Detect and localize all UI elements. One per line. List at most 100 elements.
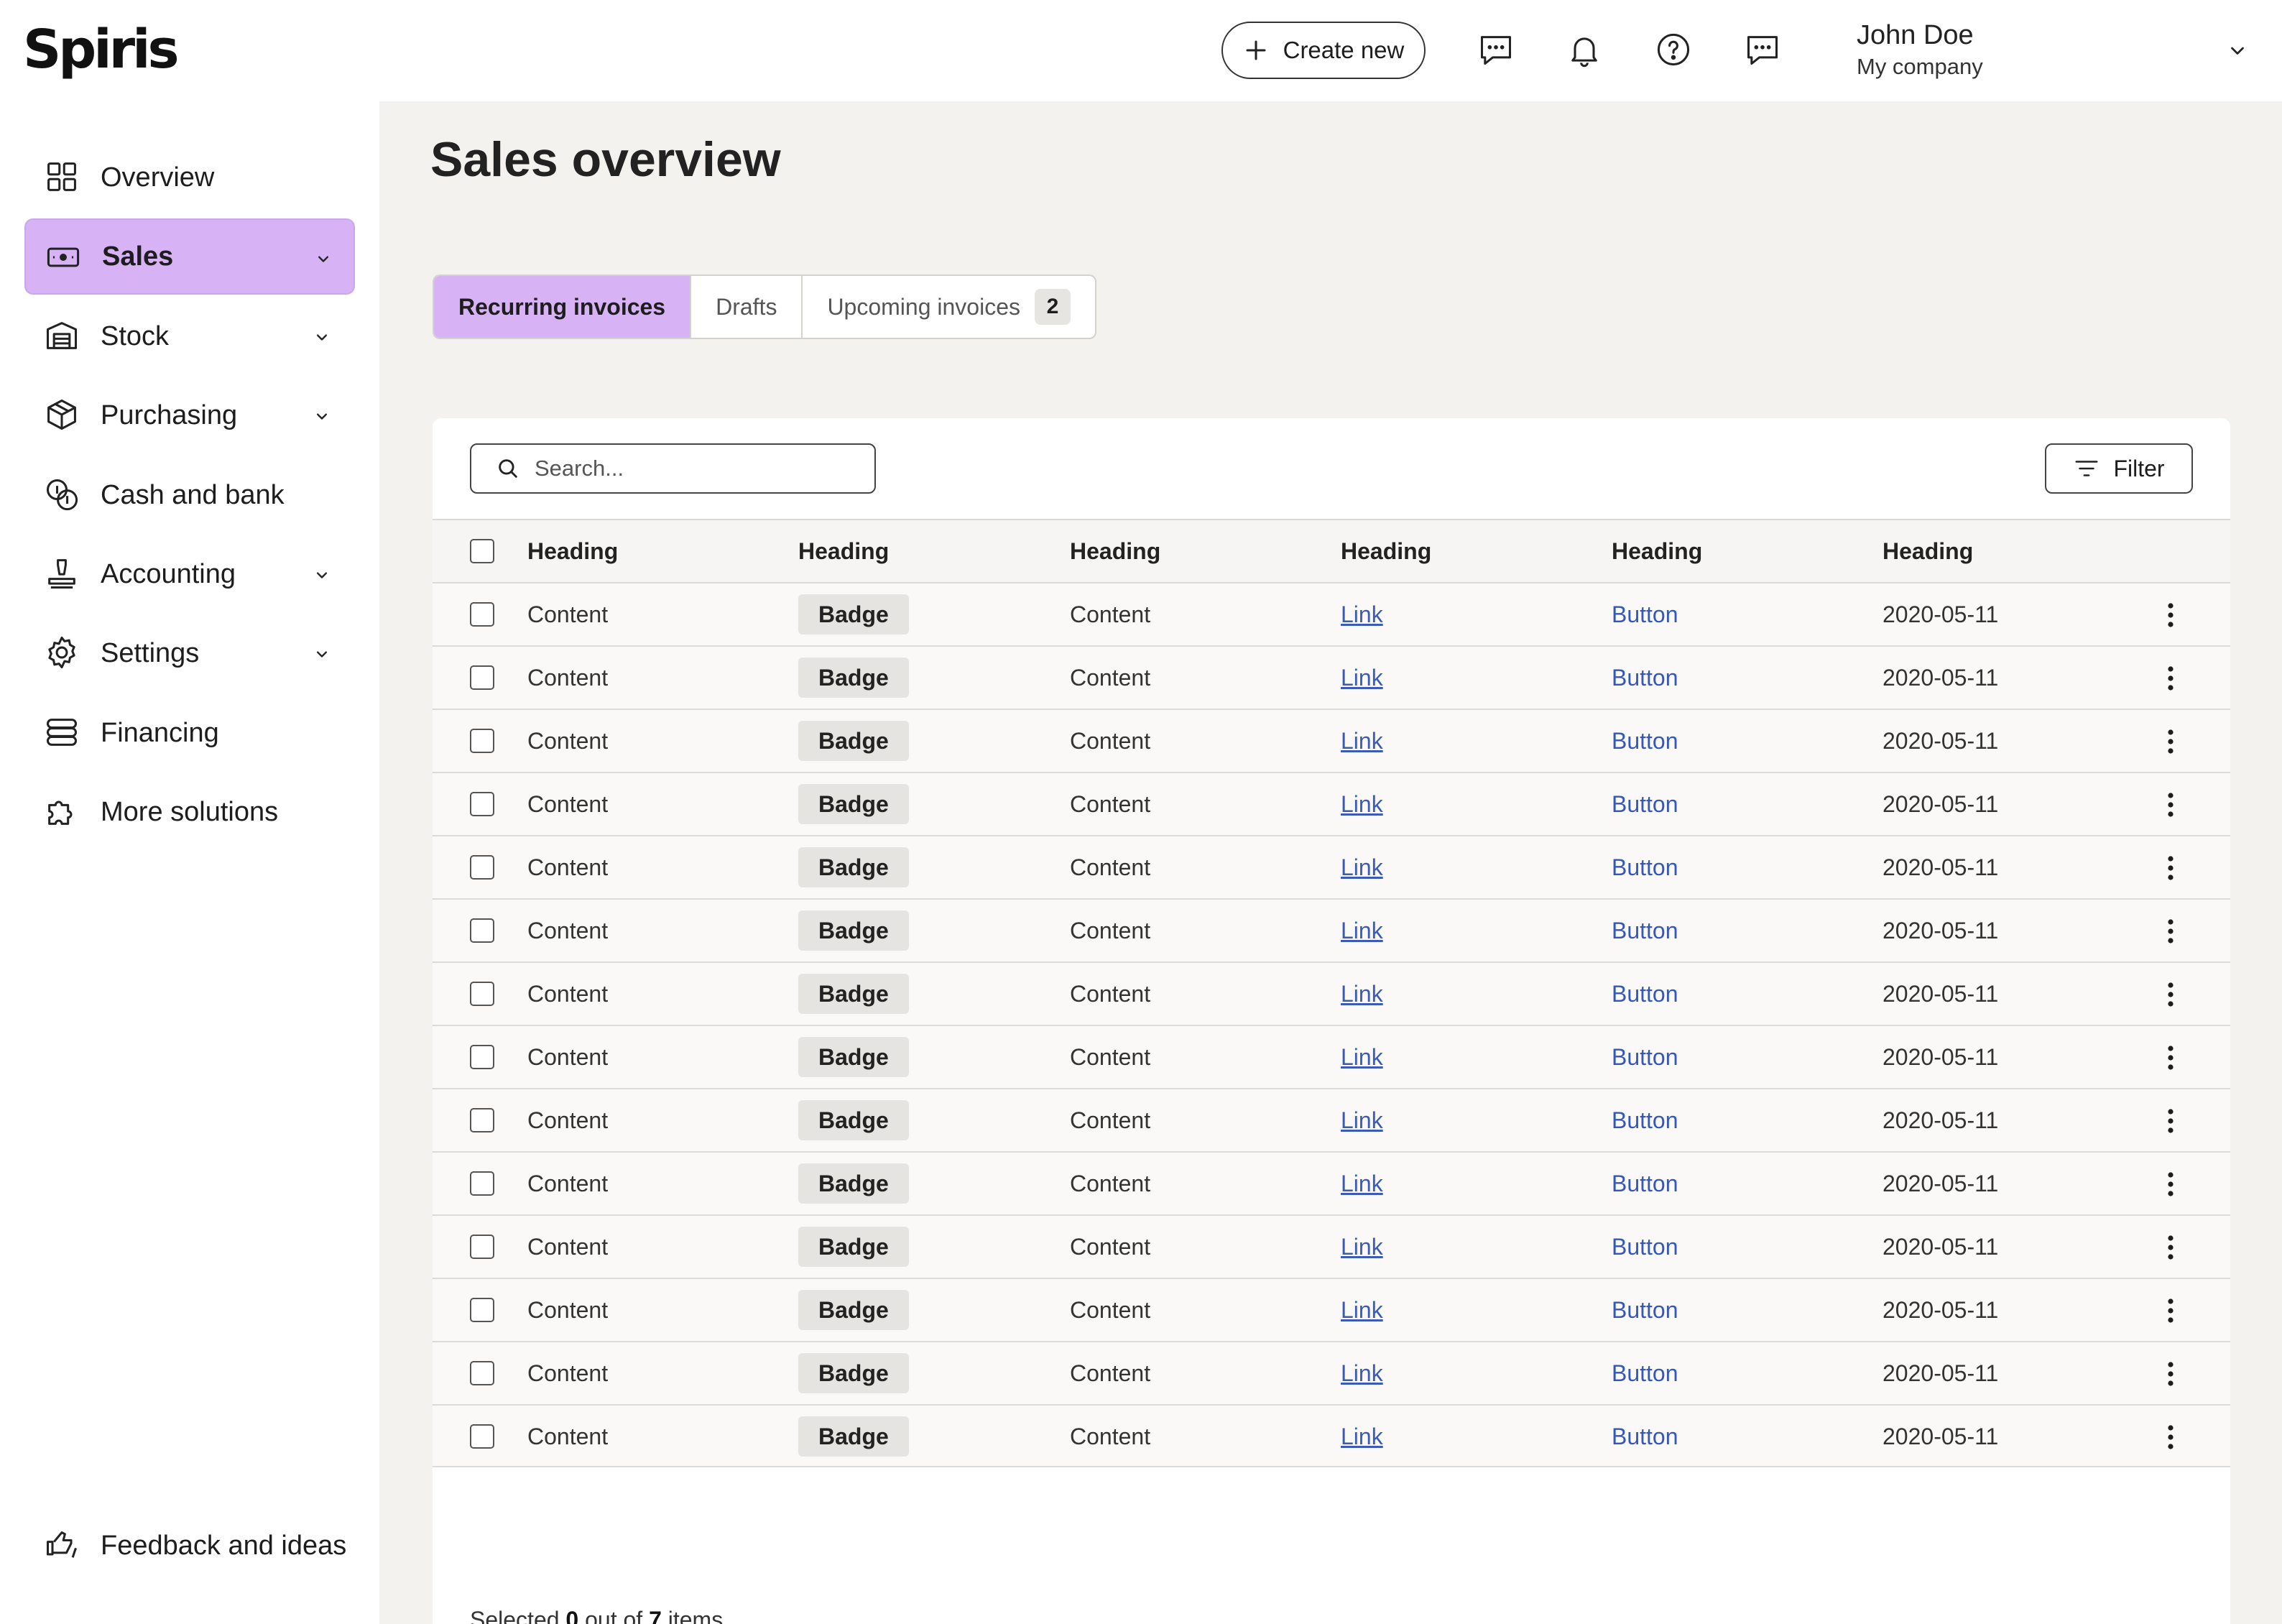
row-checkbox[interactable] [470, 1235, 494, 1259]
sidebar-item-feedback[interactable]: Feedback and ideas [24, 1508, 355, 1584]
sidebar-item-sales[interactable]: Sales [24, 218, 355, 295]
message-icon[interactable] [1475, 29, 1517, 70]
more-options-icon[interactable] [2158, 1171, 2183, 1197]
more-options-icon[interactable] [2158, 855, 2183, 881]
row-link[interactable]: Link [1341, 1216, 1383, 1278]
row-checkbox[interactable] [470, 1108, 494, 1132]
row-button[interactable]: Button [1612, 647, 1678, 709]
column-header[interactable]: Heading [1070, 520, 1160, 582]
row-link[interactable]: Link [1341, 710, 1383, 772]
cell-date: 2020-05-11 [1883, 854, 1999, 880]
row-link[interactable]: Link [1341, 1406, 1383, 1467]
tab-drafts[interactable]: Drafts [691, 276, 803, 338]
row-button[interactable]: Button [1612, 900, 1678, 961]
row-link[interactable]: Link [1341, 1153, 1383, 1214]
row-button[interactable]: Button [1612, 773, 1678, 835]
status-badge: Badge [798, 1416, 909, 1457]
row-link[interactable]: Link [1341, 900, 1383, 961]
row-checkbox[interactable] [470, 729, 494, 753]
more-options-icon[interactable] [2158, 1108, 2183, 1134]
cell-content: Content [527, 917, 609, 944]
row-button[interactable]: Button [1612, 836, 1678, 898]
row-button[interactable]: Button [1612, 1279, 1678, 1341]
more-options-icon[interactable] [2158, 918, 2183, 944]
tab-upcoming-invoices[interactable]: Upcoming invoices 2 [803, 276, 1095, 338]
sidebar-item-overview[interactable]: Overview [24, 139, 355, 216]
sidebar-item-label: More solutions [101, 796, 279, 827]
column-header[interactable]: Heading [1883, 520, 1973, 582]
search-input[interactable] [535, 456, 851, 481]
row-checkbox[interactable] [470, 1298, 494, 1322]
column-header[interactable]: Heading [1612, 520, 1702, 582]
cell-content: Content [527, 854, 609, 880]
row-checkbox[interactable] [470, 918, 494, 943]
sidebar-item-purchasing[interactable]: Purchasing [24, 377, 355, 453]
user-menu[interactable]: John Doe My company [1857, 19, 1983, 82]
tab-bar: Recurring invoices Drafts Upcoming invoi… [433, 274, 1096, 339]
row-button[interactable]: Button [1612, 1216, 1678, 1278]
cell-content: Content [527, 1296, 609, 1323]
help-icon[interactable] [1653, 29, 1694, 70]
chevron-down-icon[interactable] [2225, 37, 2250, 63]
more-options-icon[interactable] [2158, 1298, 2183, 1324]
row-checkbox[interactable] [470, 665, 494, 690]
bell-icon[interactable] [1563, 29, 1605, 70]
sidebar-item-settings[interactable]: Settings [24, 615, 355, 691]
sidebar-item-more-solutions[interactable]: More solutions [24, 774, 355, 850]
more-options-icon[interactable] [2158, 665, 2183, 691]
row-button[interactable]: Button [1612, 710, 1678, 772]
filter-button[interactable]: Filter [2045, 443, 2193, 494]
row-checkbox[interactable] [470, 1171, 494, 1196]
plus-icon [1243, 37, 1269, 63]
tab-recurring-invoices[interactable]: Recurring invoices [434, 276, 692, 338]
search-field[interactable] [470, 443, 876, 494]
row-button[interactable]: Button [1612, 1153, 1678, 1214]
row-checkbox[interactable] [470, 1424, 494, 1449]
column-header[interactable]: Heading [798, 520, 889, 582]
row-button[interactable]: Button [1612, 1406, 1678, 1467]
app-logo[interactable]: Spiris [23, 19, 180, 80]
row-button[interactable]: Button [1612, 1026, 1678, 1088]
more-options-icon[interactable] [2158, 602, 2183, 628]
more-options-icon[interactable] [2158, 1424, 2183, 1450]
row-link[interactable]: Link [1341, 1026, 1383, 1088]
chat-icon[interactable] [1742, 29, 1783, 70]
table-row: Content Badge Content Link Button 2020-05-11 [433, 1151, 2230, 1214]
row-link[interactable]: Link [1341, 836, 1383, 898]
row-checkbox[interactable] [470, 1361, 494, 1385]
select-all-checkbox[interactable] [470, 539, 494, 563]
row-link[interactable]: Link [1341, 583, 1383, 645]
sidebar-item-stock[interactable]: Stock [24, 298, 355, 374]
more-options-icon[interactable] [2158, 1045, 2183, 1071]
row-link[interactable]: Link [1341, 1279, 1383, 1341]
row-link[interactable]: Link [1341, 773, 1383, 835]
sidebar-item-financing[interactable]: Financing [24, 695, 355, 771]
row-checkbox[interactable] [470, 1045, 494, 1069]
row-link[interactable]: Link [1341, 647, 1383, 709]
more-options-icon[interactable] [2158, 729, 2183, 755]
row-checkbox[interactable] [470, 855, 494, 880]
table-row: Content Badge Content Link Button 2020-05-11 [433, 898, 2230, 961]
column-header[interactable]: Heading [1341, 520, 1431, 582]
more-options-icon[interactable] [2158, 1361, 2183, 1387]
more-options-icon[interactable] [2158, 982, 2183, 1007]
row-button[interactable]: Button [1612, 1342, 1678, 1404]
more-options-icon[interactable] [2158, 1235, 2183, 1260]
row-button[interactable]: Button [1612, 1089, 1678, 1151]
row-checkbox[interactable] [470, 602, 494, 627]
row-link[interactable]: Link [1341, 1342, 1383, 1404]
row-button[interactable]: Button [1612, 583, 1678, 645]
create-new-button[interactable]: Create new [1221, 22, 1426, 79]
row-checkbox[interactable] [470, 982, 494, 1006]
row-checkbox[interactable] [470, 792, 494, 816]
more-options-icon[interactable] [2158, 792, 2183, 818]
cell-badge: Badge [798, 1406, 909, 1467]
row-link[interactable]: Link [1341, 963, 1383, 1025]
row-link[interactable]: Link [1341, 1089, 1383, 1151]
column-header[interactable]: Heading [527, 520, 618, 582]
sidebar-item-accounting[interactable]: Accounting [24, 536, 355, 612]
cell-badge: Badge [798, 963, 909, 1025]
status-badge: Badge [798, 658, 909, 698]
row-button[interactable]: Button [1612, 963, 1678, 1025]
sidebar-item-cash-and-bank[interactable]: Cash and bank [24, 457, 355, 533]
